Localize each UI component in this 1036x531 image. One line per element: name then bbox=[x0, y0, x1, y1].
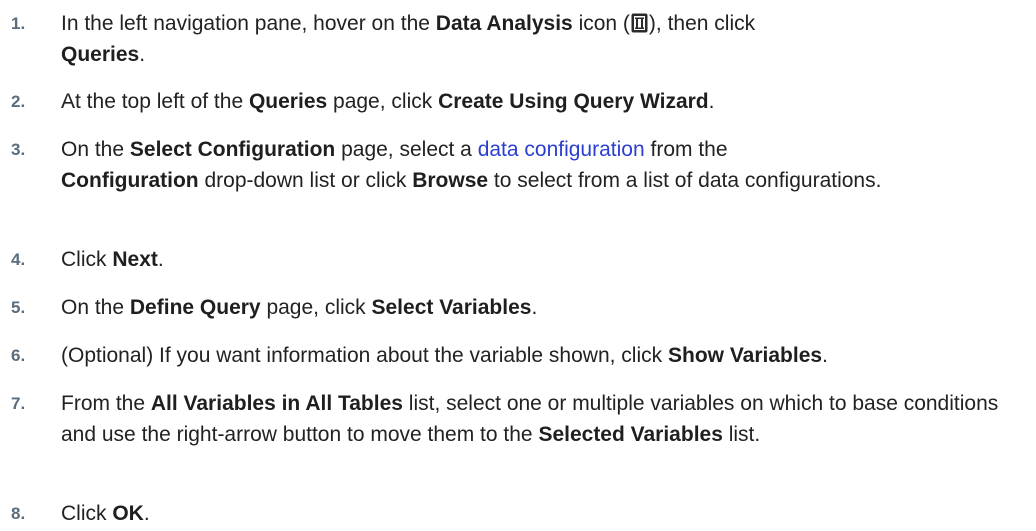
procedure-steps: 1. In the left navigation pane, hover on… bbox=[0, 0, 1036, 531]
step-number: 8. bbox=[11, 504, 26, 523]
create-using-query-wizard-label: Create Using Query Wizard bbox=[438, 90, 709, 113]
selected-variables-label: Selected Variables bbox=[538, 423, 723, 446]
configuration-label: Configuration bbox=[61, 169, 199, 192]
step-text: Click OK. bbox=[61, 502, 150, 525]
step-text: At the top left of the Queries page, cli… bbox=[61, 90, 715, 113]
step-number: 3. bbox=[11, 140, 26, 159]
all-variables-label: All Variables in All Tables bbox=[150, 392, 403, 415]
step-number: 1. bbox=[11, 14, 26, 33]
queries-label: Queries bbox=[61, 43, 140, 66]
step-text: On the Select Configuration page, select… bbox=[61, 138, 882, 192]
queries-page-label: Queries bbox=[248, 90, 328, 113]
next-label: Next bbox=[112, 248, 158, 271]
define-query-label: Define Query bbox=[129, 296, 261, 319]
step-text: (Optional) If you want information about… bbox=[61, 344, 828, 367]
step-text: From the All Variables in All Tables lis… bbox=[61, 392, 999, 446]
step-number: 7. bbox=[11, 394, 26, 413]
select-variables-label: Select Variables bbox=[371, 296, 532, 319]
step-text: On the Define Query page, click Select V… bbox=[61, 296, 538, 319]
browse-label: Browse bbox=[412, 169, 489, 192]
data-analysis-label: Data Analysis bbox=[435, 12, 573, 35]
show-variables-label: Show Variables bbox=[667, 344, 823, 367]
data-analysis-icon bbox=[631, 11, 648, 33]
step-number: 5. bbox=[11, 298, 26, 317]
data-configuration-link[interactable]: data configuration bbox=[478, 138, 645, 161]
step-text: Click Next. bbox=[61, 248, 164, 271]
step-text: In the left navigation pane, hover on th… bbox=[61, 11, 756, 66]
ok-label: OK bbox=[112, 502, 144, 525]
step-number: 2. bbox=[11, 92, 26, 111]
select-configuration-label: Select Configuration bbox=[129, 138, 336, 161]
step-number: 6. bbox=[11, 346, 26, 365]
step-number: 4. bbox=[11, 250, 26, 269]
